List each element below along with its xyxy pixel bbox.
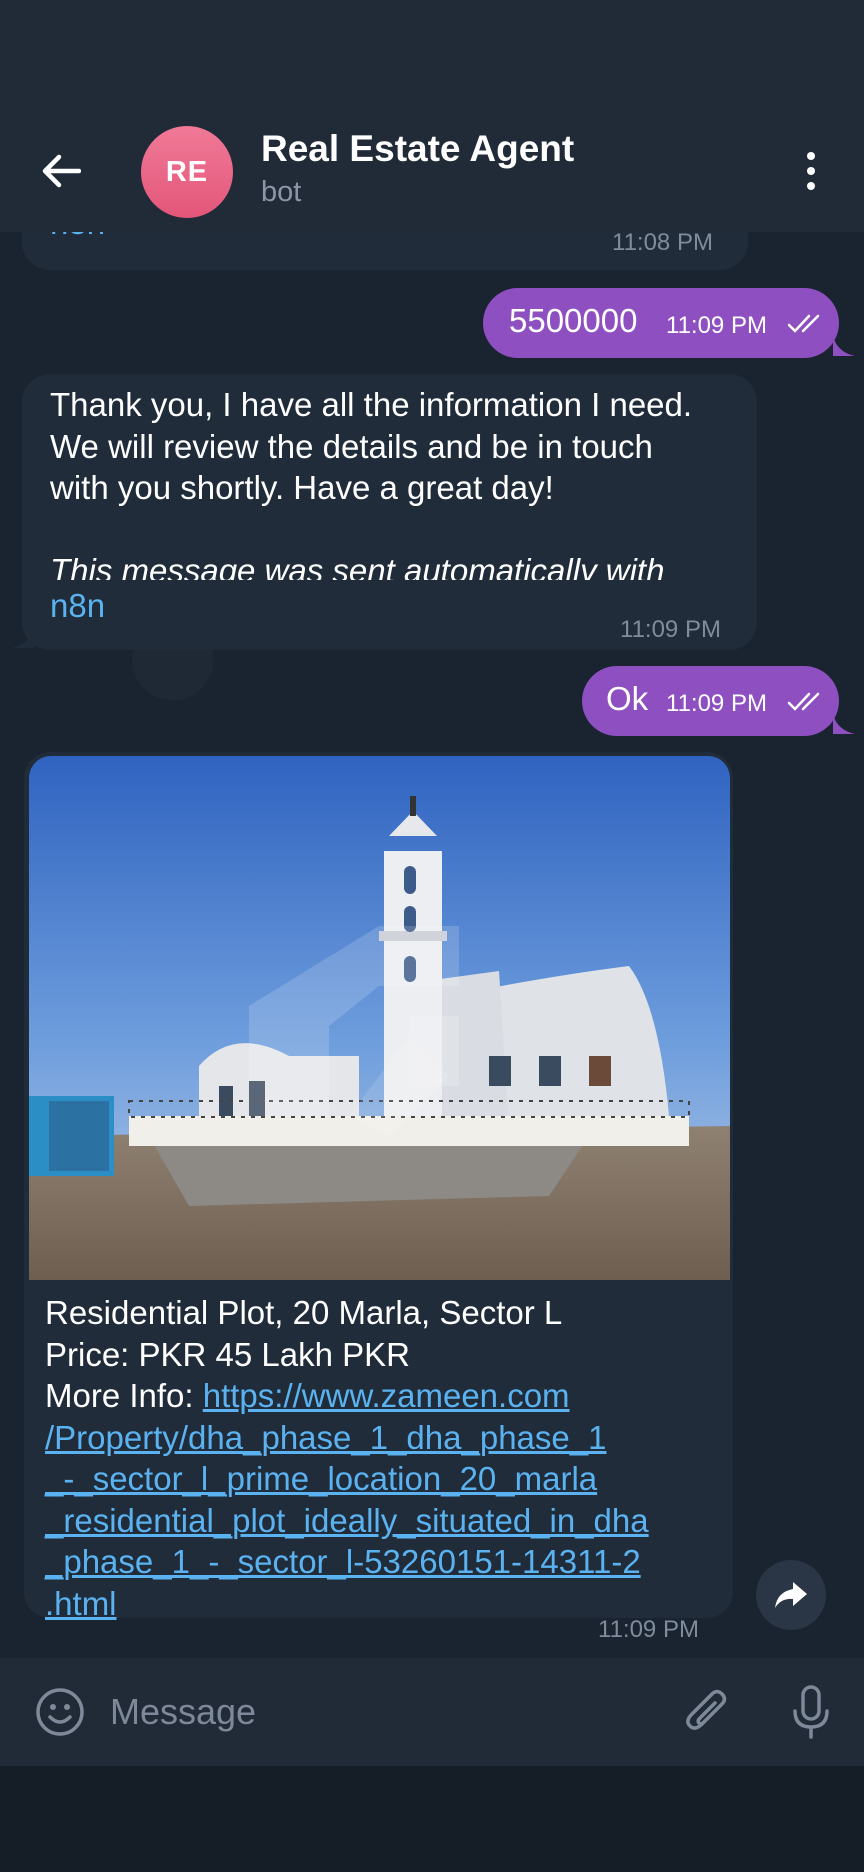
incoming-message[interactable]: n8n 11:08 PM [22, 232, 748, 270]
attach-button[interactable] [682, 1684, 734, 1740]
listing-url-link[interactable]: _residential_plot_ideally_situated_in_dh… [45, 1500, 649, 1541]
message-line: Thank you, I have all the information I … [50, 386, 693, 423]
share-button[interactable] [756, 1560, 826, 1630]
message-time: 11:09 PM [620, 616, 721, 643]
bubble-tail [833, 336, 855, 356]
paperclip-icon [686, 1689, 727, 1730]
property-image [29, 756, 730, 1280]
bubble-tail [12, 628, 34, 648]
message-line: We will review the details and be in tou… [50, 428, 653, 465]
chat-header: RE Real Estate Agent bot [0, 110, 864, 232]
chat-subtitle: bot [261, 176, 302, 208]
back-button[interactable] [36, 146, 86, 196]
bubble-tail [833, 714, 855, 734]
listing-url-link[interactable]: /Property/dha_phase_1_dha_phase_1 [45, 1417, 606, 1458]
emoji-button[interactable] [34, 1686, 86, 1738]
outgoing-message[interactable]: Ok 11:09 PM [582, 666, 839, 736]
n8n-link[interactable]: n8n [50, 585, 105, 626]
microphone-icon [793, 1685, 829, 1739]
incoming-message-footer[interactable]: n8n 11:09 PM [22, 580, 757, 650]
message-time: 11:08 PM [612, 232, 713, 256]
outgoing-message[interactable]: 5500000 11:09 PM [483, 288, 839, 358]
microphone-button[interactable] [786, 1682, 836, 1742]
listing-price: Price: PKR 45 Lakh PKR [45, 1336, 410, 1373]
arrow-left-icon [42, 154, 81, 188]
listing-url-link[interactable]: _-_sector_l_prime_location_20_marla [45, 1458, 597, 1499]
listing-url-link[interactable]: .html [45, 1583, 117, 1624]
listing-title: Residential Plot, 20 Marla, Sector L [45, 1294, 563, 1331]
message-input[interactable] [110, 1684, 650, 1740]
more-menu-button[interactable] [796, 146, 826, 196]
system-navigation-bar [0, 1766, 864, 1872]
property-photo[interactable] [29, 756, 730, 1280]
message-list[interactable]: n8n 11:08 PM 5500000 11:09 PM Thank you,… [0, 232, 864, 1658]
more-vertical-icon [807, 152, 815, 160]
avatar[interactable]: RE [141, 126, 233, 218]
status-bar [0, 0, 864, 110]
listing-more-info: More Info: https://www.zameen.com [45, 1375, 570, 1416]
double-check-icon [787, 314, 820, 333]
message-text: 5500000 [509, 302, 638, 339]
incoming-message[interactable]: Thank you, I have all the information I … [22, 374, 757, 606]
message-composer [0, 1658, 864, 1766]
double-check-icon [787, 692, 820, 711]
message-time: 11:09 PM [598, 1616, 699, 1643]
message-text: Ok [606, 680, 649, 717]
message-time: 11:09 PM [666, 690, 767, 717]
listing-url-link[interactable]: https://www.zameen.com [203, 1377, 570, 1414]
message-time: 11:09 PM [666, 312, 767, 339]
emoji-icon [36, 1688, 84, 1736]
chat-title[interactable]: Real Estate Agent [261, 128, 574, 170]
more-info-label: More Info: [45, 1377, 203, 1414]
n8n-link[interactable]: n8n [50, 232, 105, 243]
share-icon [775, 1582, 807, 1608]
message-line: with you shortly. Have a great day! [50, 469, 554, 506]
listing-url-link[interactable]: _phase_1_-_sector_l-53260151-14311-2 [45, 1541, 641, 1582]
